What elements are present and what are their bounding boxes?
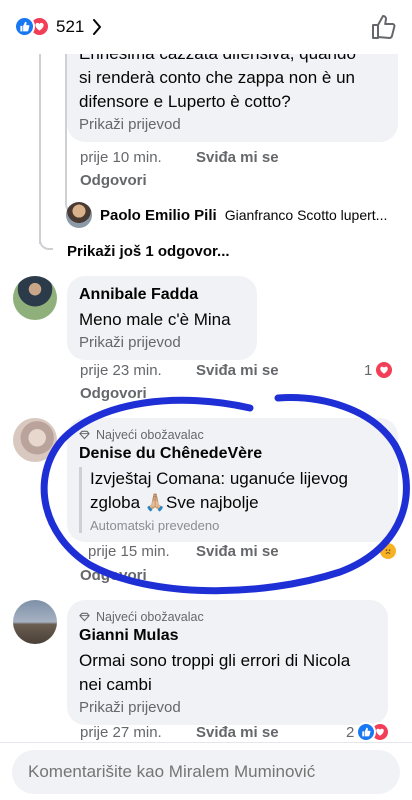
reaction-count[interactable]: 521 <box>56 17 84 37</box>
comment-text: Meno male c'è Mina <box>79 310 231 329</box>
comment-reactions[interactable] <box>378 541 398 561</box>
comment-meta: prije 10 min. Sviđa mi se <box>80 149 279 166</box>
comment-bubble[interactable]: Najveći obožavalac Gianni Mulas Ormai so… <box>67 600 388 725</box>
comment-reactions[interactable]: 2 <box>346 722 391 742</box>
thread-curve <box>39 236 53 250</box>
reply-author[interactable]: Paolo Emilio Pili <box>100 207 217 224</box>
diamond-badge-icon <box>79 612 90 622</box>
translated-text: Izvještaj Comana: uganuće lijevog zgloba… <box>79 467 386 533</box>
reactions-header: 521 <box>0 0 412 54</box>
comment-time: prije 23 min. <box>80 362 162 379</box>
avatar[interactable] <box>13 276 57 320</box>
comment-bubble[interactable]: Najveći obožavalac Denise du ChênedeVère… <box>67 418 398 542</box>
like-link[interactable]: Sviđa mi se <box>196 149 279 166</box>
comment-reactions[interactable]: 1 <box>364 360 395 380</box>
comment-time: prije 10 min. <box>80 149 162 166</box>
comment-meta: prije 27 min. Sviđa mi se <box>80 724 279 741</box>
show-translation-link[interactable]: Prikaži prijevod <box>79 699 376 716</box>
comment-author[interactable]: Gianni Mulas <box>79 627 376 645</box>
like-link[interactable]: Sviđa mi se <box>196 543 279 560</box>
top-fan-badge: Najveći obožavalac <box>79 428 386 442</box>
show-translation-link[interactable]: Prikaži prijevod <box>79 116 386 133</box>
comment-time: prije 27 min. <box>80 724 162 741</box>
reply-link[interactable]: Odgovori <box>80 385 147 402</box>
reply-preview-text: Gianfranco Scotto lupert... <box>224 207 388 223</box>
comment-input[interactable] <box>12 750 400 794</box>
reply-link[interactable]: Odgovori <box>80 172 147 189</box>
comment-bubble[interactable]: Annibale Fadda Meno male c'è Mina Prikaž… <box>67 276 257 360</box>
like-reaction-icon <box>14 16 35 37</box>
like-link[interactable]: Sviđa mi se <box>196 724 279 741</box>
comment-composer <box>0 742 412 800</box>
chevron-right-icon[interactable] <box>92 19 102 35</box>
badge-label: Najveći obožavalac <box>96 428 204 442</box>
comment-author[interactable]: Annibale Fadda <box>79 286 245 304</box>
badge-label: Najveći obožavalac <box>96 610 204 624</box>
avatar[interactable] <box>13 418 57 462</box>
love-reaction-icon <box>374 360 395 380</box>
top-fan-badge: Najveći obožavalac <box>79 610 376 624</box>
avatar[interactable] <box>13 600 57 644</box>
reaction-icons[interactable] <box>14 16 52 38</box>
like-link[interactable]: Sviđa mi se <box>196 362 279 379</box>
comment-text-line: zgloba 🙏🏼Sve najbolje <box>90 493 259 512</box>
thread-line <box>39 54 41 244</box>
reply-preview[interactable]: Paolo Emilio Pili Gianfranco Scotto lupe… <box>66 202 387 228</box>
comment-meta: prije 15 min. Sviđa mi se <box>88 543 279 560</box>
comment-text-line: Ormai sono troppi gli errori di Nicola <box>79 651 351 670</box>
avatar[interactable] <box>66 202 92 228</box>
comment-time: prije 15 min. <box>88 543 170 560</box>
thumbs-up-icon[interactable] <box>370 13 398 41</box>
sad-reaction-icon <box>378 541 398 561</box>
reply-link[interactable]: Odgovori <box>80 567 147 584</box>
comment-text-line: Izvještaj Comana: uganuće lijevog <box>90 469 348 488</box>
auto-translated-label[interactable]: Automatski prevedeno <box>90 518 386 533</box>
comment-text-line: difensore e Luperto è cotto? <box>79 92 291 111</box>
show-more-replies[interactable]: Prikaži još 1 odgovor... <box>67 243 230 260</box>
comment-meta: prije 23 min. Sviđa mi se <box>80 362 279 379</box>
comment-text-line: si renderà conto che zappa non è un <box>79 68 355 87</box>
reaction-count: 2 <box>346 723 355 741</box>
diamond-badge-icon <box>79 430 90 440</box>
comment-text-line: nei cambi <box>79 675 152 694</box>
reaction-count: 1 <box>364 361 373 379</box>
comment-author[interactable]: Denise du ChênedeVère <box>79 445 386 463</box>
show-translation-link[interactable]: Prikaži prijevod <box>79 334 245 351</box>
